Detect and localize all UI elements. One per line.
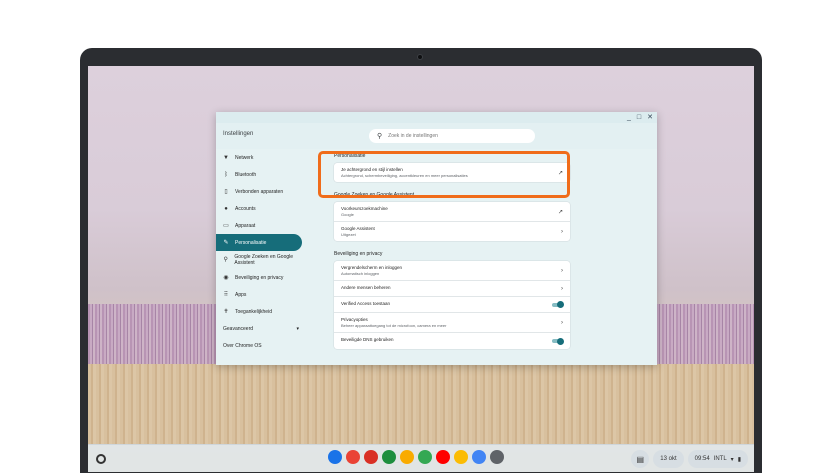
chevron-right-icon: › [561, 285, 563, 292]
sidebar-item-personalization[interactable]: ✎ Personalisatie [216, 234, 302, 251]
chevron-right-icon: › [561, 228, 563, 235]
chevron-right-icon: › [561, 319, 563, 326]
chevron-down-icon: ▾ [296, 325, 299, 332]
sidebar-about-label: Over Chrome OS [223, 342, 262, 349]
row-title: Andere mensen beheren [341, 285, 391, 290]
minimize-button[interactable]: _ [627, 112, 631, 123]
system-tray[interactable]: 09:54 INTL ▾ ▮ [687, 450, 748, 468]
sidebar-item-device[interactable]: ▭ Apparaat [216, 217, 306, 234]
webcam [417, 54, 423, 60]
sidebar-item-label: Bluetooth [235, 171, 257, 178]
status-tray: ▤ 13 okt 09:54 INTL ▾ ▮ [631, 450, 748, 468]
pinwheel-app-icon[interactable] [454, 450, 468, 464]
sidebar-advanced[interactable]: Geavanceerd ▾ [216, 320, 306, 337]
row-subtitle: Automatisch inloggen [341, 271, 380, 276]
sidebar-item-label: Toegankelijkheid [235, 308, 272, 315]
search-icon: ⚲ [223, 257, 228, 263]
photos-app-icon[interactable] [400, 450, 414, 464]
sidebar-item-label: Beveiliging en privacy [235, 274, 284, 281]
date-label: 13 okt [660, 456, 677, 462]
row-subtitle: Uitgezet [341, 232, 356, 237]
sidebar-item-connected-devices[interactable]: ▯ Verbonden apparaten [216, 183, 306, 200]
page-title: Instellingen [223, 131, 254, 137]
sidebar-item-label: Apps [235, 291, 247, 298]
card-security-privacy: Vergrendelscherm en inloggen Automatisch… [334, 261, 570, 349]
section-title: Beveiliging en privacy [334, 251, 383, 257]
row-manage-people[interactable]: Andere mensen beheren › [334, 281, 570, 297]
sidebar-item-apps[interactable]: ⠿ Apps [216, 286, 306, 303]
sidebar-item-network[interactable]: ▼ Netwerk [216, 149, 306, 166]
row-google-assistant[interactable]: Google Assistent Uitgezet › [334, 222, 570, 241]
chevron-right-icon: › [561, 267, 563, 274]
ime-indicator: INTL [713, 456, 727, 462]
laptop-bezel: _ □ ✕ Instellingen ⚲ ▼ Netwerk [80, 48, 762, 473]
row-title: Beveiligde DNS gebruiken [341, 337, 394, 342]
close-button[interactable]: ✕ [647, 112, 653, 123]
gmail-app-icon[interactable] [364, 450, 378, 464]
sidebar-item-label: Personalisatie [235, 239, 267, 246]
card-search-assistant: Voorkeurszoekmachine Google ↗ Google Ass… [334, 202, 570, 241]
battery-icon: ▮ [737, 456, 741, 463]
brush-icon: ✎ [223, 240, 229, 246]
highlight-annotation [318, 151, 570, 198]
sidebar-item-bluetooth[interactable]: ᛒ Bluetooth [216, 166, 306, 183]
wifi-icon: ▾ [730, 456, 734, 463]
person-icon: ● [224, 205, 228, 212]
sidebar-item-security[interactable]: ◉ Beveiliging en privacy [216, 269, 306, 286]
settings-header: Instellingen ⚲ [216, 123, 657, 149]
launcher-button[interactable] [96, 454, 106, 464]
row-subtitle: Beheer apparaattoegang tot de microfoon,… [341, 323, 447, 328]
files-app-icon[interactable] [328, 450, 342, 464]
sidebar-item-label: Accounts [235, 205, 256, 212]
sidebar-item-label: Netwerk [235, 154, 254, 161]
wifi-icon: ▼ [223, 154, 229, 161]
clock: 09:54 [694, 456, 710, 462]
date-pill[interactable]: 13 okt [653, 450, 684, 468]
accessibility-icon: ✝ [223, 309, 229, 315]
sidebar-about[interactable]: Over Chrome OS [216, 337, 306, 354]
sidebar: ▼ Netwerk ᛒ Bluetooth ▯ Verbonden appara… [216, 149, 306, 365]
search-box[interactable]: ⚲ [369, 129, 535, 143]
shelf-apps [328, 450, 504, 464]
wallpaper-field [88, 364, 754, 444]
play-app-icon[interactable] [418, 450, 432, 464]
secure-dns-toggle[interactable] [552, 337, 564, 345]
docs-app-icon[interactable] [472, 450, 486, 464]
maximize-button[interactable]: □ [637, 112, 641, 123]
row-secure-dns: Beveiligde DNS gebruiken [334, 333, 570, 349]
verified-access-toggle[interactable] [552, 301, 564, 308]
phone-icon: ▯ [224, 189, 228, 195]
sidebar-item-accessibility[interactable]: ✝ Toegankelijkheid [216, 303, 306, 320]
row-lock-screen[interactable]: Vergrendelscherm en inloggen Automatisch… [334, 261, 570, 281]
grid-icon: ⠿ [223, 292, 229, 298]
row-verified-access: Verified Access toestaan [334, 297, 570, 313]
row-privacy-options[interactable]: Privacyopties Beheer apparaattoegang tot… [334, 313, 570, 333]
row-title: Verified Access toestaan [341, 301, 391, 306]
chat-app-icon[interactable] [382, 450, 396, 464]
row-subtitle: Google [341, 212, 354, 217]
open-external-icon: ↗ [557, 209, 563, 215]
search-input[interactable] [388, 133, 529, 139]
search-icon: ⚲ [377, 133, 383, 140]
sidebar-item-label: Apparaat [235, 222, 256, 229]
shelf: ▤ 13 okt 09:54 INTL ▾ ▮ [88, 444, 754, 472]
bluetooth-icon: ᛒ [224, 171, 228, 178]
sidebar-item-accounts[interactable]: ● Accounts [216, 200, 306, 217]
chrome-app-icon[interactable] [346, 450, 360, 464]
youtube-app-icon[interactable] [436, 450, 450, 464]
sidebar-item-search-assistant[interactable]: ⚲ Google Zoeken en Google Assistent [216, 251, 306, 269]
sidebar-advanced-label: Geavanceerd [223, 325, 254, 332]
settings-window: _ □ ✕ Instellingen ⚲ ▼ Netwerk [216, 112, 657, 365]
row-search-engine[interactable]: Voorkeurszoekmachine Google ↗ [334, 202, 570, 222]
desktop-screen: _ □ ✕ Instellingen ⚲ ▼ Netwerk [88, 66, 754, 472]
shield-icon: ◉ [223, 275, 229, 281]
holding-space-icon[interactable]: ▤ [631, 450, 650, 468]
sidebar-item-label: Google Zoeken en Google Assistent [234, 254, 294, 266]
title-bar: _ □ ✕ [216, 112, 657, 123]
laptop-icon: ▭ [223, 223, 229, 229]
sidebar-item-label: Verbonden apparaten [235, 188, 284, 195]
settings-app-icon[interactable] [490, 450, 504, 464]
